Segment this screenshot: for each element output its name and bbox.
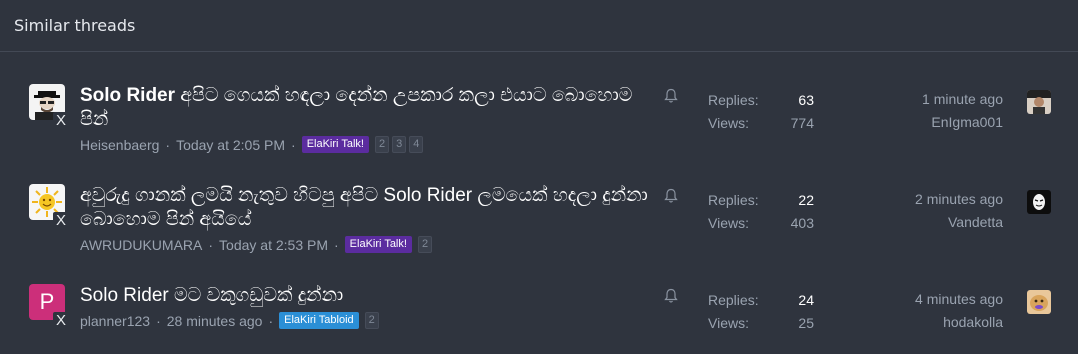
- page-link[interactable]: 3: [392, 136, 407, 153]
- thread-date[interactable]: Today at 2:05 PM: [176, 137, 285, 153]
- bell-icon[interactable]: [664, 188, 678, 204]
- x-badge: X: [53, 212, 69, 230]
- replies-label: Replies:: [708, 291, 759, 308]
- last-post-user[interactable]: hodakolla: [915, 311, 1003, 334]
- views-count: 25: [798, 314, 814, 331]
- bell-icon[interactable]: [664, 288, 678, 304]
- last-poster-avatar[interactable]: [1027, 90, 1051, 114]
- last-post-user[interactable]: Vandetta: [915, 211, 1003, 234]
- meta-separator: ·: [208, 236, 214, 253]
- thread-author[interactable]: Heisenbaerg: [80, 137, 159, 153]
- last-poster-avatar[interactable]: [1027, 190, 1051, 214]
- thread-date[interactable]: 28 minutes ago: [167, 313, 263, 329]
- page-links: 2 3 4: [374, 136, 424, 153]
- bell-icon[interactable]: [664, 88, 678, 104]
- meta-separator: ·: [165, 136, 171, 153]
- replies-label: Replies:: [708, 191, 759, 208]
- mask-avatar-icon: [1027, 190, 1051, 214]
- thread-title[interactable]: Solo Rider මට වකුගඩුවක් දුන්නා: [80, 284, 660, 308]
- last-post-user[interactable]: EnIgma001: [922, 111, 1003, 134]
- last-post: 4 minutes ago hodakolla: [915, 288, 1003, 334]
- thread-title[interactable]: Solo Rider අපිට ගෙයක් හඳලා දෙන්න උපකාර ක…: [80, 84, 660, 132]
- replies-count: 63: [798, 91, 814, 108]
- thread-meta: Heisenbaerg · Today at 2:05 PM · ElaKiri…: [80, 136, 660, 153]
- replies-count: 22: [798, 191, 814, 208]
- page-links: 2: [364, 312, 379, 329]
- x-badge: X: [53, 312, 69, 330]
- thread-avatar[interactable]: P X: [29, 284, 69, 330]
- forum-tag[interactable]: ElaKiri Tabloid: [279, 312, 359, 329]
- page-links: 2: [417, 236, 433, 253]
- last-post-time[interactable]: 2 minutes ago: [915, 188, 1003, 211]
- x-badge: X: [53, 112, 69, 130]
- views-count: 774: [790, 114, 814, 131]
- page-link[interactable]: 2: [417, 236, 433, 253]
- page-link[interactable]: 2: [374, 136, 390, 153]
- last-post-time[interactable]: 4 minutes ago: [915, 288, 1003, 311]
- replies-label: Replies:: [708, 91, 759, 108]
- thread-stats: Replies: 63 Views: 774: [708, 88, 814, 134]
- last-post: 1 minute ago EnIgma001: [922, 88, 1003, 134]
- thread-stats: Replies: 22 Views: 403: [708, 188, 814, 234]
- last-poster-avatar[interactable]: [1027, 290, 1051, 314]
- meta-separator: ·: [334, 236, 339, 253]
- thread-meta: AWRUDUKUMARA · Today at 2:53 PM · ElaKir…: [80, 236, 660, 253]
- thread-avatar[interactable]: X: [29, 184, 69, 230]
- views-label: Views:: [708, 114, 749, 131]
- views-label: Views:: [708, 314, 749, 331]
- section-title: Similar threads: [14, 16, 136, 35]
- thread-title-text[interactable]: අවුරුදු ගානක් ලමයි නැතුව හිටපු අපිට Solo…: [80, 185, 648, 230]
- thread-title-text[interactable]: Solo Rider මට වකුගඩුවක් දුන්නා: [80, 285, 343, 306]
- page-link[interactable]: 4: [409, 136, 424, 153]
- last-post: 2 minutes ago Vandetta: [915, 188, 1003, 234]
- thread-title[interactable]: අවුරුදු ගානක් ලමයි නැතුව හිටපු අපිට Solo…: [80, 184, 660, 232]
- meta-separator: ·: [268, 312, 274, 329]
- views-count: 403: [790, 214, 814, 231]
- thread-prefix[interactable]: Solo Rider: [80, 85, 175, 106]
- thread-date[interactable]: Today at 2:53 PM: [219, 237, 328, 253]
- replies-count: 24: [798, 291, 814, 308]
- views-label: Views:: [708, 214, 749, 231]
- page-link[interactable]: 2: [364, 312, 379, 329]
- last-post-time[interactable]: 1 minute ago: [922, 88, 1003, 111]
- similar-threads-header: Similar threads: [0, 0, 1078, 52]
- thread-stats: Replies: 24 Views: 25: [708, 288, 814, 334]
- thread-avatar[interactable]: X: [29, 84, 69, 130]
- thread-author[interactable]: planner123: [80, 313, 150, 329]
- meta-separator: ·: [291, 136, 296, 153]
- person-avatar-icon: [1027, 90, 1051, 114]
- forum-tag[interactable]: ElaKiri Talk!: [344, 236, 412, 253]
- thread-meta: planner123 · 28 minutes ago · ElaKiri Ta…: [80, 312, 660, 329]
- forum-tag[interactable]: ElaKiri Talk!: [301, 136, 369, 153]
- thread-author[interactable]: AWRUDUKUMARA: [80, 237, 202, 253]
- face-avatar-icon: [1027, 290, 1051, 314]
- meta-separator: ·: [156, 312, 161, 329]
